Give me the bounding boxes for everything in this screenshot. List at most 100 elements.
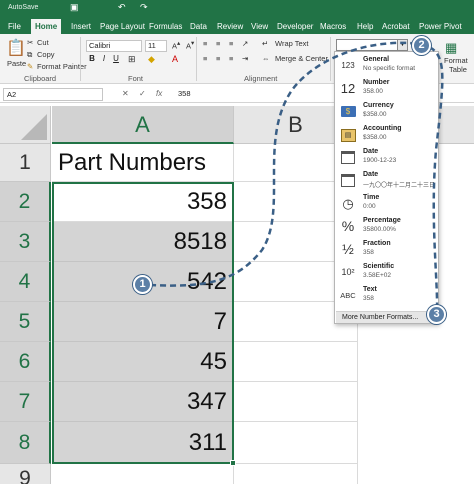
redo-icon[interactable]: ↷ <box>140 2 148 13</box>
cell-b8[interactable] <box>234 422 358 464</box>
format-option-currency[interactable]: $ Currency $358.00 <box>335 100 438 123</box>
fx-button[interactable]: fx <box>156 89 162 98</box>
align-middle-icon[interactable]: ≡ <box>216 39 220 48</box>
tab-acrobat[interactable]: Acrobat <box>378 19 414 34</box>
format-option-example: 1900-12-23 <box>363 157 397 164</box>
borders-icon[interactable]: ⊞ <box>128 54 136 65</box>
merge-center-button[interactable]: Merge & Center <box>275 54 328 63</box>
font-size-select[interactable]: 11 <box>145 40 167 52</box>
font-name-select[interactable]: Calibri <box>86 40 142 52</box>
underline-button[interactable]: U <box>111 54 121 63</box>
paste-button[interactable]: Paste <box>7 59 26 68</box>
cell-b7[interactable] <box>234 382 358 422</box>
clock-icon: ◷ <box>342 196 354 211</box>
cell-b6[interactable] <box>234 342 358 382</box>
cell-a1[interactable]: Part Numbers <box>52 144 234 182</box>
format-option-percentage[interactable]: % Percentage 35800.00% <box>335 215 438 238</box>
bold-button[interactable]: B <box>87 54 97 63</box>
number-format-combo[interactable] <box>336 39 398 51</box>
tab-help[interactable]: Help <box>353 19 377 34</box>
tab-power-pivot[interactable]: Power Pivot <box>415 19 466 34</box>
row-header-6[interactable]: 6 <box>0 342 51 382</box>
row-header-9[interactable]: 9 <box>0 464 51 484</box>
format-option-example: $358.00 <box>363 111 387 118</box>
enter-icon[interactable]: ✓ <box>139 89 146 98</box>
format-option-name: Fraction <box>363 240 391 247</box>
format-option-name: Time <box>363 194 380 201</box>
tab-review[interactable]: Review <box>213 19 247 34</box>
copy-button[interactable]: Copy <box>37 50 55 59</box>
save-icon[interactable]: ▣ <box>70 2 79 13</box>
wrap-text-icon: ↵ <box>262 39 269 48</box>
wrap-text-button[interactable]: Wrap Text <box>275 39 309 48</box>
tab-formulas[interactable]: Formulas <box>145 19 186 34</box>
tab-macros[interactable]: Macros <box>316 19 350 34</box>
autosave-label[interactable]: AutoSave <box>8 4 38 11</box>
paste-icon[interactable]: 📋 <box>6 38 26 58</box>
format-option-fraction[interactable]: ½ Fraction 358 <box>335 238 438 261</box>
general-format-icon: 123 <box>341 61 355 70</box>
cut-icon: ✂ <box>27 38 34 47</box>
row-header-5[interactable]: 5 <box>0 302 51 342</box>
format-option-accounting[interactable]: ▤ Accounting $358.00 <box>335 123 438 146</box>
format-option-short-date[interactable]: Date 1900-12-23 <box>335 146 438 169</box>
select-all-button[interactable] <box>0 106 51 144</box>
format-option-name: Number <box>363 79 390 86</box>
font-color-icon[interactable]: A <box>172 54 178 64</box>
format-option-long-date[interactable]: Date 一九〇〇年十二月二十三日 <box>335 169 438 192</box>
format-option-example: 0:00 <box>363 203 376 210</box>
fill-color-icon[interactable]: ◆ <box>148 54 155 65</box>
orientation-icon[interactable]: ↗ <box>242 39 248 48</box>
calendar-icon <box>338 149 358 166</box>
undo-icon[interactable]: ↶ <box>118 2 126 13</box>
format-option-name: Date <box>363 171 379 178</box>
percentage-icon: % <box>341 218 355 234</box>
more-number-formats-link[interactable]: More Number Formats... <box>336 311 437 323</box>
name-box[interactable]: A2 <box>3 88 103 101</box>
indent-icon[interactable]: ⇥ <box>242 54 248 63</box>
format-option-time[interactable]: ◷ Time 0:00 <box>335 192 438 215</box>
align-center-icon[interactable]: ≡ <box>216 54 220 63</box>
number-format-dropdown: 123 General No specific format 12 Number… <box>334 51 439 324</box>
table-label: Table <box>449 65 467 74</box>
align-top-icon[interactable]: ≡ <box>203 39 207 48</box>
tab-data[interactable]: Data <box>186 19 211 34</box>
fill-handle[interactable] <box>230 460 236 466</box>
align-right-icon[interactable]: ≡ <box>229 54 233 63</box>
cut-button[interactable]: Cut <box>37 38 49 47</box>
text-format-icon: ABC <box>340 291 356 300</box>
cell-b9[interactable] <box>234 464 358 484</box>
tab-insert[interactable]: Insert <box>67 19 95 34</box>
italic-button[interactable]: I <box>99 54 109 63</box>
shrink-font-icon[interactable]: A▾ <box>186 40 194 51</box>
format-as-table-icon[interactable]: ▦ <box>445 40 457 56</box>
tab-home[interactable]: Home <box>31 19 62 34</box>
tab-view[interactable]: View <box>247 19 272 34</box>
row-header-7[interactable]: 7 <box>0 382 51 422</box>
format-option-example: No specific format <box>363 65 416 72</box>
column-header-a[interactable]: A <box>52 106 234 144</box>
row-header-1[interactable]: 1 <box>0 144 51 182</box>
align-left-icon[interactable]: ≡ <box>203 54 207 63</box>
currency-icon: $ <box>338 103 358 120</box>
format-option-scientific[interactable]: 10² Scientific 3.58E+02 <box>335 261 438 284</box>
row-header-4[interactable]: 4 <box>0 262 51 302</box>
row-header-3[interactable]: 3 <box>0 222 51 262</box>
format-option-general[interactable]: 123 General No specific format <box>335 54 438 77</box>
tab-file[interactable]: File <box>4 19 25 34</box>
cancel-icon[interactable]: ✕ <box>122 89 129 98</box>
format-option-number[interactable]: 12 Number 358.00 <box>335 77 438 100</box>
row-header-8[interactable]: 8 <box>0 422 51 464</box>
number-format-dropdown-arrow[interactable]: ▼ <box>398 39 408 51</box>
format-option-text[interactable]: ABC Text 358 <box>335 284 438 307</box>
clipboard-group-label: Clipboard <box>24 74 57 83</box>
formula-value[interactable]: 358 <box>178 89 191 98</box>
ribbon-divider <box>196 37 197 81</box>
tab-developer[interactable]: Developer <box>273 19 317 34</box>
grow-font-icon[interactable]: A▴ <box>172 40 180 51</box>
tab-page-layout[interactable]: Page Layout <box>96 19 149 34</box>
cell-a9[interactable] <box>52 464 234 484</box>
row-header-2[interactable]: 2 <box>0 182 51 222</box>
align-bottom-icon[interactable]: ≡ <box>229 39 233 48</box>
accounting-icon: ▤ <box>338 126 358 143</box>
